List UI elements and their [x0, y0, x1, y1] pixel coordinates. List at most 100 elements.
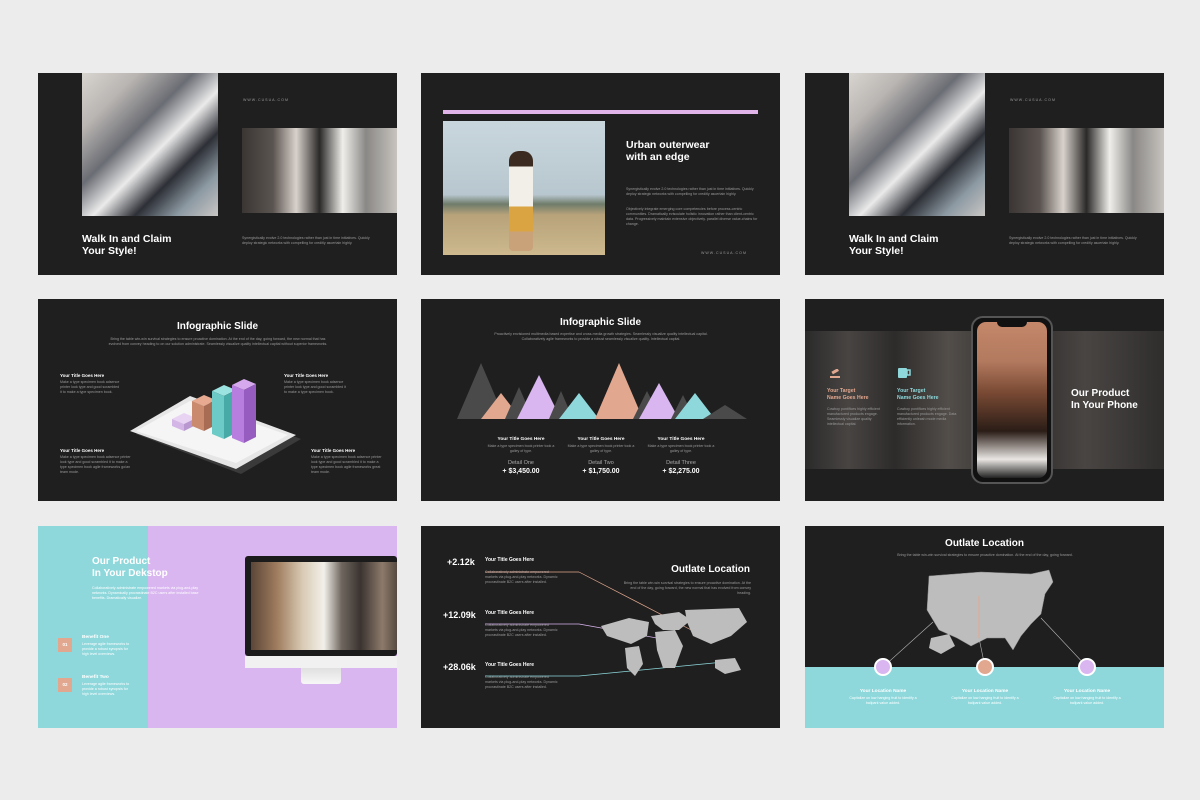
slide-title: Walk In and Claim Your Style!	[82, 233, 171, 257]
item-title-4: Your Title Goes Here	[311, 448, 356, 453]
slide-5[interactable]: Infographic Slide Proactively envisioned…	[421, 299, 780, 501]
boutique-photo	[251, 562, 397, 650]
item-body-3: Make a type specimen book adsence printe…	[60, 455, 131, 474]
slide-body: Collaboratively administrate empowered m…	[92, 586, 199, 600]
title-line-1: Urban outerwear	[626, 139, 710, 151]
item-title-3: Your Title Goes Here	[60, 448, 105, 453]
pin-1[interactable]	[874, 658, 892, 676]
target-title-1: Your Target Name Goes Here	[827, 388, 869, 402]
clothes-photo	[1009, 128, 1164, 213]
col-title: Your Title Goes Here	[657, 437, 705, 442]
slide-title: Our Product In Your Dekstop	[92, 556, 168, 580]
item-title-1: Your Title Goes Here	[60, 373, 105, 378]
title-line-2: Your Style!	[849, 245, 904, 257]
title-line-2: In Your Dekstop	[92, 568, 168, 579]
mug-icon	[898, 368, 911, 378]
col-body: Make a type specimen book printer took a…	[487, 444, 555, 453]
pin-2[interactable]	[976, 658, 994, 676]
store-photo	[849, 73, 985, 216]
stat-title-1: Your Title Goes Here	[485, 557, 534, 563]
location-3: Your Location Name Capitalize on low han…	[1049, 689, 1125, 706]
stat-value-1: +2.12k	[447, 557, 475, 567]
world-map	[485, 571, 747, 677]
slide-body-2: Objectively integrate emerging core comp…	[626, 207, 758, 226]
location-name: Your Location Name	[961, 689, 1009, 694]
col-value: + $3,450.00	[502, 468, 540, 475]
location-2: Your Location Name Capitalize on low han…	[947, 689, 1023, 706]
target-body-2: Cowboy pontifices highly efficient manuf…	[897, 407, 957, 426]
desktop-monitor	[245, 556, 397, 686]
slide-4[interactable]: Infographic Slide Bring the table win-wi…	[38, 299, 397, 501]
benefit-title-1: Benefit One	[82, 635, 109, 640]
pin-3[interactable]	[1078, 658, 1096, 676]
col-body: Make a type specimen book printer took a…	[647, 444, 715, 453]
col-value: + $2,275.00	[662, 468, 700, 475]
col-label: Detail One	[508, 460, 534, 466]
benefit-body-1: Leverage agile frameworks to provide a r…	[82, 642, 130, 656]
website-url: WWW.CUSUA.COM	[1010, 98, 1056, 102]
target-line-a: Your Target	[897, 388, 926, 394]
title-line-1: Our Product	[1071, 388, 1130, 399]
phone-mockup	[971, 316, 1053, 484]
store-photo	[82, 73, 218, 216]
slide-subtitle: Bring the table win-win survival strateg…	[108, 337, 328, 346]
website-url: WWW.CUSUA.COM	[243, 98, 289, 102]
bar-purple	[232, 379, 256, 443]
website-url: WWW.CUSUA.COM	[701, 251, 747, 255]
number-badge-1: 01	[58, 638, 72, 652]
location-body: Capitalize on low hanging fruit to ident…	[849, 696, 917, 705]
slide-body: Synergistically evolve 2.0 technologies …	[1009, 236, 1137, 245]
col-label: Detail Three	[666, 460, 696, 466]
col-1: Your Title Goes Here Make a type specime…	[483, 437, 559, 475]
world-continents	[601, 608, 747, 676]
number-badge-2: 02	[58, 678, 72, 692]
triangle-infographic	[457, 363, 747, 419]
title-line-1: Our Product	[92, 556, 151, 567]
isometric-bar-chart	[130, 379, 301, 474]
slide-7[interactable]: Our Product In Your Dekstop Collaborativ…	[38, 526, 397, 728]
location-1: Your Location Name Capitalize on low han…	[845, 689, 921, 706]
slide-1[interactable]: WWW.CUSUA.COM Walk In and Claim Your Sty…	[38, 73, 397, 275]
col-title: Your Title Goes Here	[577, 437, 625, 442]
title-line-1: Walk In and Claim	[82, 233, 172, 245]
col-title: Your Title Goes Here	[497, 437, 545, 442]
item-title-2: Your Title Goes Here	[284, 373, 329, 378]
location-body: Capitalize on low hanging fruit to ident…	[1053, 696, 1121, 705]
slide-8[interactable]: +2.12k Your Title Goes Here Collaborativ…	[421, 526, 780, 728]
slide-9[interactable]: Outlate Location Bring the table win-win…	[805, 526, 1164, 728]
slide-3[interactable]: WWW.CUSUA.COM Walk In and Claim Your Sty…	[805, 73, 1164, 275]
phone-screen-photo	[977, 322, 1047, 478]
monitor-chin	[245, 656, 397, 668]
stat-value-3: +28.06k	[443, 662, 476, 672]
location-name: Your Location Name	[1063, 689, 1111, 694]
slide-body-1: Synergistically evolve 2.0 technologies …	[626, 187, 754, 196]
benefit-body-2: Leverage agile frameworks to provide a r…	[82, 682, 130, 696]
item-body-4: Make a type specimen book adsence printe…	[311, 455, 382, 474]
slide-2[interactable]: Urban outerwear with an edge Synergistic…	[421, 73, 780, 275]
title-line-1: Walk In and Claim	[849, 233, 939, 245]
hammer-icon	[830, 369, 840, 378]
col-value: + $1,750.00	[582, 468, 620, 475]
slides-grid: WWW.CUSUA.COM Walk In and Claim Your Sty…	[0, 0, 1200, 800]
target-title-2: Your Target Name Goes Here	[897, 388, 939, 402]
slide-subtitle: Proactively envisioned multimedia based …	[494, 332, 708, 341]
title-line-2: Your Style!	[82, 245, 137, 257]
slide-body: Synergistically evolve 2.0 technologies …	[242, 236, 370, 245]
target-line-b: Name Goes Here	[897, 395, 939, 401]
location-name: Your Location Name	[859, 689, 907, 694]
phone-notch	[997, 321, 1027, 327]
target-line-b: Name Goes Here	[827, 395, 869, 401]
col-label: Detail Two	[588, 460, 614, 466]
slide-6[interactable]: Your Target Name Goes Here Cowboy pontifi…	[805, 299, 1164, 501]
stat-value-2: +12.09k	[443, 610, 476, 620]
title-line-2: with an edge	[626, 151, 690, 163]
target-body-1: Cowboy pontifices highly efficient manuf…	[827, 407, 880, 426]
clothes-photo	[242, 128, 397, 213]
col-2: Your Title Goes Here Make a type specime…	[563, 437, 639, 475]
location-body: Capitalize on low hanging fruit to ident…	[951, 696, 1019, 705]
title-line-2: In Your Phone	[1071, 400, 1138, 411]
benefit-title-2: Benefit Two	[82, 675, 109, 680]
slide-title: Our Product In Your Phone	[1071, 388, 1138, 412]
monitor-screen	[245, 556, 397, 656]
col-body: Make a type specimen book printer took a…	[567, 444, 635, 453]
